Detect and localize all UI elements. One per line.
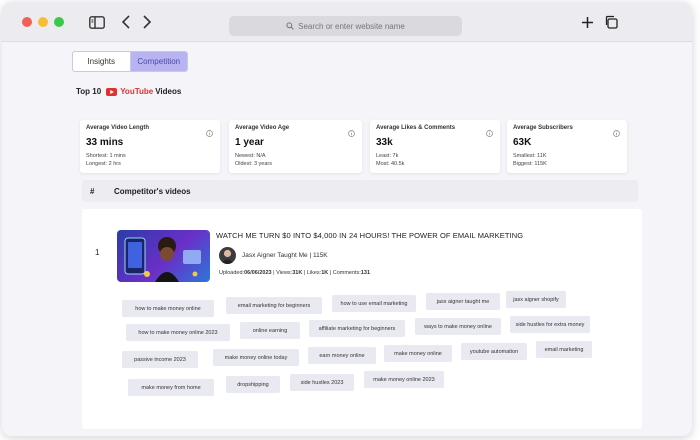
- video-thumbnail[interactable]: [117, 230, 210, 282]
- tab-overview-icon[interactable]: [602, 13, 620, 31]
- info-icon[interactable]: [206, 124, 213, 142]
- comments-value: 131: [360, 270, 371, 276]
- page-title: Top 10 YouTube Videos: [76, 87, 181, 96]
- stat-value: 1 year: [235, 137, 264, 148]
- table-header: # Competitor's videos: [82, 180, 638, 202]
- column-videos-header: Competitor's videos: [114, 186, 191, 196]
- address-placeholder: Search or enter website name: [298, 21, 405, 31]
- keyword-tag[interactable]: email marketing for beginners: [226, 297, 322, 314]
- keyword-tag[interactable]: earn money online: [308, 347, 376, 364]
- stat-detail-1: Shortest: 1 mins: [86, 153, 126, 159]
- minimize-window-button[interactable]: [38, 17, 48, 27]
- keyword-tag[interactable]: make money from home: [128, 379, 214, 396]
- video-stats: Uploaded:06/06/2023 | Views:31K | Likes:…: [219, 270, 371, 276]
- view-toggle: Insights Competition: [72, 51, 188, 72]
- stat-title: Average Likes & Comments: [376, 125, 456, 131]
- forward-arrow-icon[interactable]: [138, 13, 156, 31]
- uploaded-value: 06/06/2023: [244, 270, 272, 276]
- stat-detail-2: Most: 40.5k: [376, 161, 405, 167]
- views-label: Views:: [276, 270, 293, 276]
- stat-value: 33 mins: [86, 137, 124, 148]
- title-prefix: Top 10: [76, 87, 102, 96]
- channel-name[interactable]: Jasx Aigner Taught Me | 115K: [242, 252, 328, 259]
- browser-titlebar: Search or enter website name: [2, 2, 692, 42]
- keyword-tag[interactable]: jasx aigner taught me: [426, 293, 500, 310]
- stat-value: 33k: [376, 137, 393, 148]
- likes-value: 1K: [321, 270, 329, 276]
- keyword-tag[interactable]: ways to make money online: [415, 318, 501, 335]
- browser-window: Search or enter website name Insights Co…: [2, 2, 692, 436]
- address-bar[interactable]: Search or enter website name: [229, 16, 462, 36]
- tab-insights[interactable]: Insights: [73, 52, 130, 71]
- maximize-window-button[interactable]: [54, 17, 64, 27]
- search-icon: [286, 22, 294, 30]
- stat-card-subscribers: Average Subscribers 63K Smallest: 11K Bi…: [507, 120, 627, 173]
- stat-card-video-length: Average Video Length 33 mins Shortest: 1…: [80, 120, 220, 173]
- keyword-tag[interactable]: passive income 2023: [122, 351, 198, 368]
- stat-card-video-age: Average Video Age 1 year Newest: N/A Old…: [229, 120, 362, 173]
- keyword-tag[interactable]: how to use email marketing: [332, 295, 416, 312]
- keyword-tag[interactable]: dropshipping: [226, 376, 280, 393]
- video-title[interactable]: WATCH ME TURN $0 INTO $4,000 IN 24 HOURS…: [216, 231, 523, 240]
- back-arrow-icon[interactable]: [117, 13, 135, 31]
- stat-title: Average Subscribers: [513, 125, 573, 131]
- keyword-tag[interactable]: email marketing: [536, 341, 592, 358]
- keyword-tag[interactable]: how to make money online 2023: [126, 324, 230, 341]
- uploaded-label: Uploaded:: [219, 270, 245, 276]
- tab-competition[interactable]: Competition: [129, 52, 187, 71]
- stat-detail-2: Biggest: 115K: [513, 161, 547, 167]
- views-value: 31K: [292, 270, 303, 276]
- column-rank-header: #: [90, 186, 95, 196]
- channel-avatar[interactable]: [219, 247, 236, 264]
- video-rank: 1: [95, 248, 100, 257]
- keyword-tag[interactable]: how to make money online: [122, 300, 214, 317]
- new-tab-plus-icon[interactable]: [578, 13, 596, 31]
- sidebar-toggle-icon[interactable]: [88, 13, 106, 31]
- comments-label: Comments:: [332, 270, 361, 276]
- stat-detail-1: Least: 7k: [376, 153, 399, 159]
- keyword-tag[interactable]: side hustles for extra money: [510, 316, 590, 333]
- keyword-tag[interactable]: make money online today: [213, 349, 299, 366]
- stat-detail-1: Newest: N/A: [235, 153, 266, 159]
- info-icon[interactable]: [613, 124, 620, 142]
- keyword-tag[interactable]: make money online 2023: [364, 371, 444, 388]
- keyword-tag[interactable]: online earning: [240, 322, 300, 339]
- keyword-tag[interactable]: youtube automation: [461, 343, 527, 360]
- stat-card-likes-comments: Average Likes & Comments 33k Least: 7k M…: [370, 120, 500, 173]
- close-window-button[interactable]: [22, 17, 32, 27]
- likes-label: Likes:: [306, 270, 322, 276]
- info-icon[interactable]: [348, 124, 355, 142]
- info-icon[interactable]: [486, 124, 493, 142]
- keyword-tag[interactable]: affiliate marketing for beginners: [309, 320, 405, 337]
- keyword-tag[interactable]: jasx aigner shopify: [506, 291, 566, 308]
- stat-detail-2: Longest: 2 hrs: [86, 161, 121, 167]
- keyword-tag[interactable]: side hustles 2023: [290, 374, 354, 391]
- title-brand: YouTube: [120, 87, 154, 96]
- stat-detail-2: Oldest: 3 years: [235, 161, 272, 167]
- stat-value: 63K: [513, 137, 532, 148]
- title-suffix: Videos: [155, 87, 182, 96]
- youtube-logo-icon: [106, 87, 118, 96]
- stat-title: Average Video Age: [235, 125, 290, 131]
- stat-detail-1: Smallest: 11K: [513, 153, 547, 159]
- keyword-tag[interactable]: make money online: [384, 345, 452, 362]
- stat-title: Average Video Length: [86, 125, 150, 131]
